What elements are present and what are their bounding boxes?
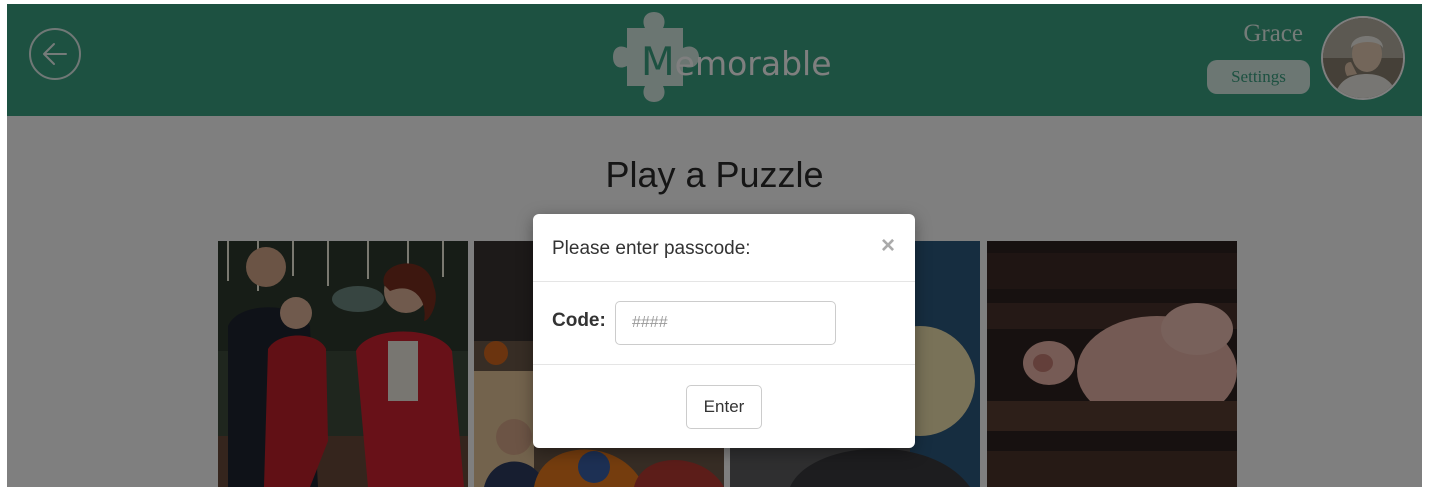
- dialog-footer: Enter: [533, 365, 915, 448]
- passcode-dialog: Please enter passcode: × Code: Enter: [533, 214, 915, 448]
- code-label: Code:: [552, 310, 606, 331]
- dialog-body: Code:: [533, 282, 915, 365]
- dialog-title: Please enter passcode:: [552, 238, 751, 259]
- passcode-input[interactable]: [615, 301, 836, 345]
- dialog-header: Please enter passcode: ×: [533, 214, 915, 282]
- enter-button[interactable]: Enter: [686, 385, 762, 429]
- app: Memorable Grace Settings Play a Puzzle: [7, 4, 1422, 487]
- close-icon[interactable]: ×: [881, 234, 895, 258]
